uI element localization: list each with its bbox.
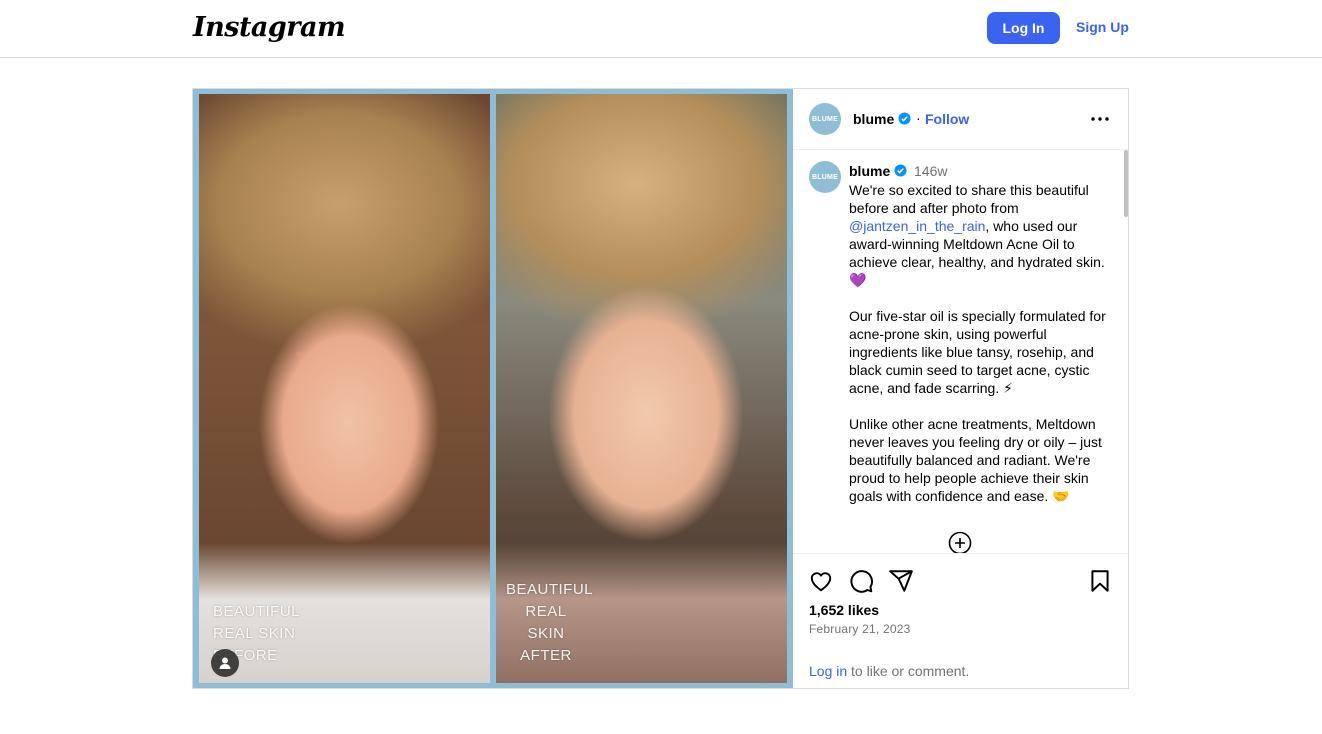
caption-text: We're so excited to share this beautiful… — [849, 181, 1119, 523]
avatar[interactable]: BLUME — [809, 103, 841, 135]
caption-avatar[interactable]: BLUME — [809, 161, 841, 193]
after-photo: BEAUTIFUL REAL SKIN AFTER — [496, 94, 787, 683]
login-prompt-text: to like or comment. — [847, 663, 970, 679]
log-in-link[interactable]: Log in — [809, 663, 847, 679]
sign-up-link[interactable]: Sign Up — [1076, 19, 1129, 35]
separator-dot: · — [916, 110, 921, 126]
post-actions: 1,652 likes February 21, 2023 Log in to … — [793, 553, 1128, 688]
post-date[interactable]: February 21, 2023 — [809, 622, 910, 636]
comment-icon[interactable] — [848, 568, 874, 594]
caption-username[interactable]: blume — [849, 163, 890, 179]
bookmark-icon[interactable] — [1087, 568, 1113, 594]
instagram-logo[interactable]: Instagram — [193, 12, 346, 43]
post-author-username[interactable]: blume — [853, 111, 894, 127]
top-navigation-bar: Instagram Log In Sign Up — [0, 0, 1322, 58]
mention-link[interactable]: @jantzen_in_the_rain — [849, 218, 985, 234]
scrollbar[interactable] — [1124, 150, 1128, 217]
caption-paragraph-2: Our five-star oil is specially formulate… — [849, 308, 1106, 396]
likes-count[interactable]: 1,652 likes — [809, 602, 879, 618]
heart-icon[interactable] — [808, 568, 834, 594]
post-media[interactable]: BEAUTIFUL REAL SKIN BEFORE BEAUTIFUL REA… — [193, 89, 793, 688]
before-photo: BEAUTIFUL REAL SKIN BEFORE — [199, 94, 490, 683]
verified-icon — [898, 112, 911, 125]
caption-paragraph-1: We're so excited to share this beautiful… — [849, 181, 1119, 289]
more-options-icon[interactable] — [1087, 108, 1113, 130]
follow-button[interactable]: Follow — [925, 111, 969, 127]
after-photo-caption: BEAUTIFUL REAL SKIN AFTER — [506, 581, 594, 664]
user-tag-icon[interactable] — [211, 649, 239, 677]
login-prompt: Log in to like or comment. — [809, 663, 969, 679]
load-more-icon[interactable] — [948, 531, 972, 553]
post-card: BEAUTIFUL REAL SKIN BEFORE BEAUTIFUL REA… — [192, 88, 1129, 689]
post-header: BLUME blume · Follow — [793, 89, 1128, 150]
log-in-button[interactable]: Log In — [987, 12, 1060, 44]
verified-icon — [894, 164, 907, 177]
share-icon[interactable] — [888, 568, 914, 594]
caption-section[interactable]: BLUME blume 146w We're so excited to sha… — [793, 150, 1128, 553]
post-timestamp[interactable]: 146w — [914, 163, 947, 179]
caption-text-part: We're so excited to share this beautiful… — [849, 182, 1089, 216]
caption-paragraph-3: Unlike other acne treatments, Meltdown n… — [849, 416, 1102, 504]
post-side-panel: BLUME blume · Follow BLUME blume 146w We… — [793, 89, 1128, 688]
